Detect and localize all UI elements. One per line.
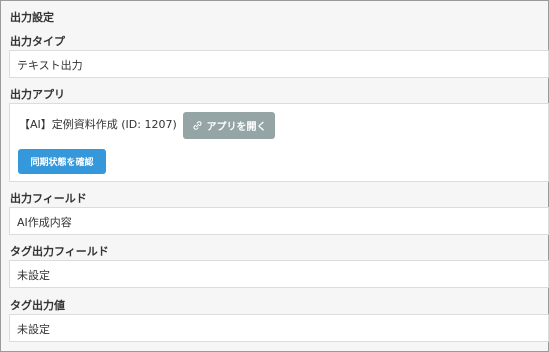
check-sync-status-button[interactable]: 同期状態を確認: [18, 149, 106, 174]
tag-output-value-box: 未設定: [9, 314, 549, 342]
open-app-button-label: アプリを開く: [206, 122, 267, 133]
output-type-box: テキスト出力: [9, 50, 549, 78]
output-type-label: 出力タイプ: [10, 35, 65, 48]
tag-output-field-box: 未設定: [9, 260, 549, 288]
tag-output-field-value: 未設定: [17, 269, 50, 282]
output-app-label: 出力アプリ: [10, 88, 65, 101]
output-app-name: 【AI】定例資料作成 (ID: 1207): [19, 118, 177, 131]
output-field-label: 出力フィールド: [10, 192, 87, 205]
tag-output-field-label: タグ出力フィールド: [10, 245, 109, 258]
output-field-box: AI作成内容: [9, 207, 549, 235]
section-title: 出力設定: [10, 11, 54, 24]
output-settings-panel: 出力設定 出力タイプ テキスト出力 出力アプリ 【AI】定例資料作成 (ID: …: [0, 0, 549, 352]
open-app-button[interactable]: アプリを開く: [183, 112, 275, 139]
output-app-box: 【AI】定例資料作成 (ID: 1207) アプリを開く 同期状態を確認: [9, 103, 549, 182]
tag-output-value-value: 未設定: [17, 323, 50, 336]
link-icon: [192, 120, 203, 131]
output-field-value: AI作成内容: [17, 216, 72, 229]
output-type-value: テキスト出力: [17, 59, 83, 72]
tag-output-value-label: タグ出力値: [10, 299, 65, 312]
